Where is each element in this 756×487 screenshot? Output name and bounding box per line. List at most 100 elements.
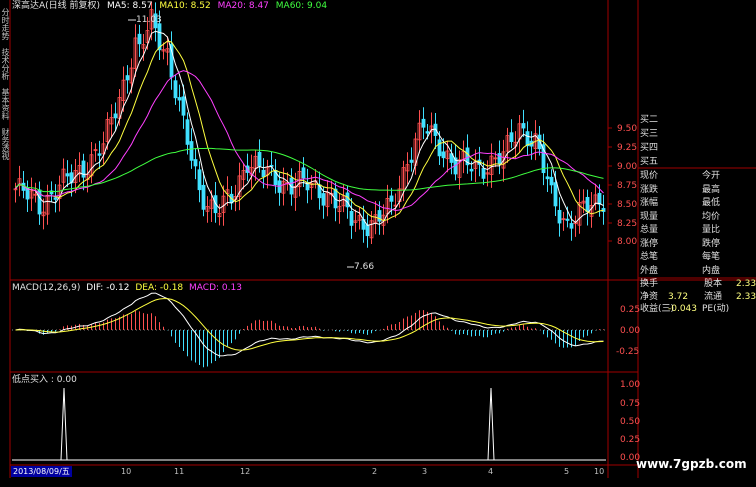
date-tick: 3	[422, 467, 428, 476]
price-tick: 8.25	[617, 219, 638, 229]
indicator-tab-bar: 指标模板全部MACDDMIDMAFSLTRIXBRARCRVROBVASIEMV…	[2, 478, 612, 487]
stock-chart-window: 分时走势 技术分析 基本资料 财务透视 深高达A(日线 前复权) MA5: 8.…	[0, 0, 756, 487]
date-tick: 2	[372, 467, 378, 476]
signal-tick: 0.75	[620, 399, 641, 409]
fundamental-value: 3.72	[668, 291, 689, 302]
candle-body	[469, 168, 474, 172]
quote-label: 内盘	[702, 265, 721, 276]
date-tick: 10	[121, 467, 132, 476]
signal-tick: 0.50	[620, 417, 641, 427]
price-tick: 8.50	[617, 200, 638, 210]
candle-body	[421, 118, 426, 128]
macd-tick: 0.00	[620, 326, 641, 336]
price-tick: 9.25	[617, 143, 638, 153]
quote-row: 总笔 每笔	[640, 251, 756, 264]
candle-body	[321, 193, 326, 206]
candle-body	[509, 132, 514, 143]
quote-label: 量比	[702, 225, 721, 235]
date-tick: 11	[174, 467, 185, 476]
tab-fundamentals[interactable]: 基本资料	[0, 88, 10, 120]
watermark: www.7gpzb.com	[636, 457, 747, 471]
date-tick: 12	[240, 467, 251, 476]
candle-body	[97, 153, 102, 156]
candle-body	[65, 173, 70, 177]
quote-label: 涨停	[640, 238, 659, 249]
signal-tick: 0.25	[620, 435, 641, 445]
candle-body	[441, 151, 446, 159]
candle-body	[181, 96, 186, 116]
fundamentals-panel: 换手 股本 2.33 净资 3.72 流通 2.33 收益(三) -0.043 PE(动)	[640, 278, 756, 318]
quote-label: 最低	[702, 198, 721, 208]
candle-body	[525, 131, 530, 147]
macd-tick: -0.25	[616, 347, 640, 357]
candle-body	[185, 119, 190, 145]
tab-financials[interactable]: 财务透视	[0, 128, 10, 160]
signal-legend: 低点买入 : 0.00	[12, 375, 77, 385]
candle-body	[197, 169, 202, 191]
quote-label: 涨幅	[640, 198, 659, 208]
fundamental-label: 换手	[640, 279, 659, 289]
candle-body	[53, 197, 58, 200]
candle-body	[425, 131, 430, 134]
signal-spike	[60, 387, 68, 461]
ma20-value: MA20: 8.47	[217, 1, 269, 11]
macd-dea: DEA: -0.18	[135, 283, 184, 293]
chart-header: 深高达A(日线 前复权) MA5: 8.57 MA10: 8.52 MA20: …	[12, 1, 327, 12]
fundamental-value: 2.33	[736, 279, 756, 289]
candle-body	[585, 196, 590, 213]
quote-label: 今开	[702, 171, 721, 181]
price-tick: 9.00	[617, 162, 638, 172]
ma5-line	[15, 30, 604, 226]
candle-body	[349, 211, 354, 226]
fundamental-label: 净资	[640, 291, 659, 302]
candle-body	[125, 75, 130, 81]
candle-body	[173, 80, 178, 99]
candle-body	[545, 176, 550, 180]
tab-technical[interactable]: 技术分析	[0, 48, 10, 80]
candle-body	[565, 218, 570, 221]
quote-row: 涨跌 最高	[640, 184, 756, 197]
candle-body	[189, 141, 194, 161]
fundamental-row: 换手 股本 2.33	[640, 278, 756, 290]
price-tick: 8.75	[617, 181, 638, 191]
quote-label: 外盘	[640, 265, 659, 276]
candle-body	[389, 195, 394, 202]
ma5-value: MA5: 8.57	[106, 1, 153, 11]
quote-label: 总量	[640, 225, 659, 235]
candle-body	[201, 184, 206, 210]
stock-name: 深高达A	[12, 1, 46, 11]
fundamental-row: 收益(三) -0.043 PE(动)	[640, 303, 756, 315]
candle-body	[177, 97, 182, 101]
quote-row: 现价 今开	[640, 170, 756, 183]
quote-label: 均价	[702, 211, 721, 222]
candle-body	[137, 33, 142, 45]
candle-body	[481, 168, 486, 179]
quote-label: 每笔	[702, 252, 721, 262]
candle-body	[549, 176, 554, 186]
quote-label: 现量	[640, 211, 659, 222]
quote-label: 总笔	[640, 252, 659, 262]
fundamental-value: 2.33	[736, 291, 756, 302]
bid-level-3: 买三	[640, 129, 659, 139]
candle-body	[557, 209, 562, 224]
candle-body	[113, 113, 118, 119]
candle-body	[553, 182, 558, 207]
fundamental-value: -0.043	[668, 304, 698, 314]
quote-row: 涨幅 最低	[640, 197, 756, 210]
date-tick: 5	[564, 467, 570, 476]
tab-intraday[interactable]: 分时走势	[0, 8, 10, 40]
high-price-label: 11.03	[136, 15, 162, 25]
candle-body	[365, 224, 370, 237]
fundamental-label: 股本	[704, 279, 723, 289]
macd-tick: 0.25	[620, 305, 641, 315]
low-price-label: 7.66	[354, 262, 375, 272]
ma10-value: MA10: 8.52	[159, 1, 211, 11]
macd-value: MACD: 0.13	[189, 283, 242, 293]
quote-row: 现量 均价	[640, 211, 756, 224]
quote-panel: 现价 今开 涨跌 最高 涨幅 最低 现量 均价 总量 量比 涨停 跌停 总笔 每笔 外盘 内盘	[640, 170, 756, 278]
candle-body	[345, 192, 350, 208]
candle-body	[301, 167, 306, 179]
quote-label: 现价	[640, 171, 659, 181]
current-date: 2013/08/09/五	[11, 466, 72, 477]
candle-body	[193, 159, 198, 167]
